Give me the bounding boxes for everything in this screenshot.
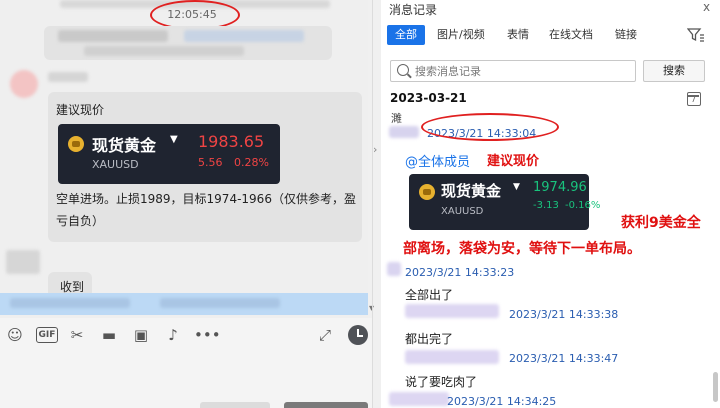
gold-coin-icon [68, 136, 84, 152]
mention-all[interactable]: @全体成员 [405, 151, 470, 170]
search-box[interactable] [390, 60, 636, 82]
profit-message-line1: 获利9美金全 [621, 215, 701, 231]
image-icon[interactable]: ▣ [132, 326, 150, 344]
tab-media[interactable]: 图片/视频 [437, 25, 485, 45]
filter-icon[interactable] [687, 28, 705, 42]
annotation-oval [421, 113, 559, 141]
gold-quote-card[interactable]: 现货黄金 ▼ XAUUSD 1983.65 5.56 0.28% [58, 124, 280, 184]
quote-price: 1974.96 [533, 180, 587, 195]
sender-name [405, 350, 499, 364]
message-time: 2023/3/21 14:33:47 [509, 352, 619, 365]
search-icon [397, 64, 409, 76]
chevron-right-icon[interactable]: › [373, 143, 381, 156]
sender-name [389, 392, 449, 406]
quote-change-pct: -0.16% [565, 200, 601, 211]
gif-icon[interactable]: GIF [36, 327, 58, 343]
search-input[interactable] [415, 61, 631, 81]
tab-stickers[interactable]: 表情 [507, 25, 529, 45]
quote-price: 1983.65 [198, 132, 265, 151]
tab-links[interactable]: 链接 [615, 25, 637, 45]
message-history-panel: 消息记录 x 全部 图片/视频 表情 在线文档 链接 搜索 2023-03-21… [381, 0, 720, 408]
scissors-icon[interactable]: ✂ [68, 326, 86, 344]
gold-coin-icon [419, 184, 435, 200]
panel-title: 消息记录 [389, 3, 438, 17]
selected-message-bar [0, 293, 368, 315]
caret-down-icon: ▼ [513, 182, 520, 192]
close-icon[interactable]: x [703, 0, 710, 14]
avatar[interactable] [6, 250, 40, 274]
chat-toolbar: ☺ GIF ✂ ▬ ▣ ♪ ••• ⤢ [0, 318, 372, 352]
more-icon[interactable]: ••• [194, 326, 221, 344]
quote-change: -3.13 [533, 200, 559, 211]
emoji-icon[interactable]: ☺ [6, 326, 24, 344]
quote-symbol: XAUUSD [441, 206, 484, 217]
avatar[interactable] [10, 70, 38, 98]
date-header: 2023-03-21 [390, 91, 467, 105]
pane-divider[interactable] [372, 0, 373, 408]
expand-icon[interactable]: ⤢ [316, 326, 334, 344]
compose-area[interactable] [0, 352, 372, 408]
sender-avatar [387, 262, 401, 276]
suggestion-description: 空单进场。止损1989，目标1974-1966（仅供参考，盈亏自负） [56, 192, 356, 228]
quote-symbol: XAUUSD [92, 158, 139, 171]
quote-change-pct: 0.28% [234, 156, 269, 169]
quote-name: 现货黄金 [92, 136, 157, 155]
history-clock-icon[interactable] [348, 325, 368, 345]
caret-down-icon: ▼ [170, 134, 178, 145]
message-text: 全部出了 [405, 288, 454, 302]
close-button[interactable] [200, 402, 270, 408]
message-time: 2023/3/21 14:33:23 [405, 266, 515, 279]
sender-name [405, 304, 499, 318]
folder-icon[interactable]: ▬ [100, 326, 118, 344]
bell-icon[interactable]: ♪ [164, 326, 182, 344]
mention-tail: 建议现价 [487, 154, 540, 169]
tab-all[interactable]: 全部 [387, 25, 425, 45]
blurred-message-bubble [44, 26, 332, 60]
quote-change: 5.56 [198, 156, 223, 169]
sender-name [48, 72, 88, 82]
partial-message-text: 濉 [391, 112, 402, 125]
message-time: 2023/3/21 14:33:38 [509, 308, 619, 321]
tab-docs[interactable]: 在线文档 [549, 25, 593, 45]
message-text: 都出完了 [405, 332, 454, 346]
gold-quote-card[interactable]: 现货黄金 ▼ XAUUSD 1974.96 -3.13 -0.16% [409, 174, 600, 230]
quote-name: 现货黄金 [441, 182, 502, 200]
scrollbar[interactable] [713, 372, 718, 402]
suggestion-message[interactable]: 建议现价 现货黄金 ▼ XAUUSD 1983.65 5.56 0.28% 空单… [48, 92, 362, 242]
sender-avatar [389, 126, 419, 138]
search-button[interactable]: 搜索 [643, 60, 705, 82]
calendar-icon[interactable] [687, 92, 701, 106]
send-button[interactable] [284, 402, 368, 408]
message-time: 2023/3/21 14:34:25 [447, 395, 557, 408]
message-text: 说了要吃肉了 [405, 375, 478, 389]
profit-message-line2: 部离场，落袋为安，等待下一单布局。 [403, 241, 641, 257]
suggestion-label: 建议现价 [56, 103, 105, 117]
